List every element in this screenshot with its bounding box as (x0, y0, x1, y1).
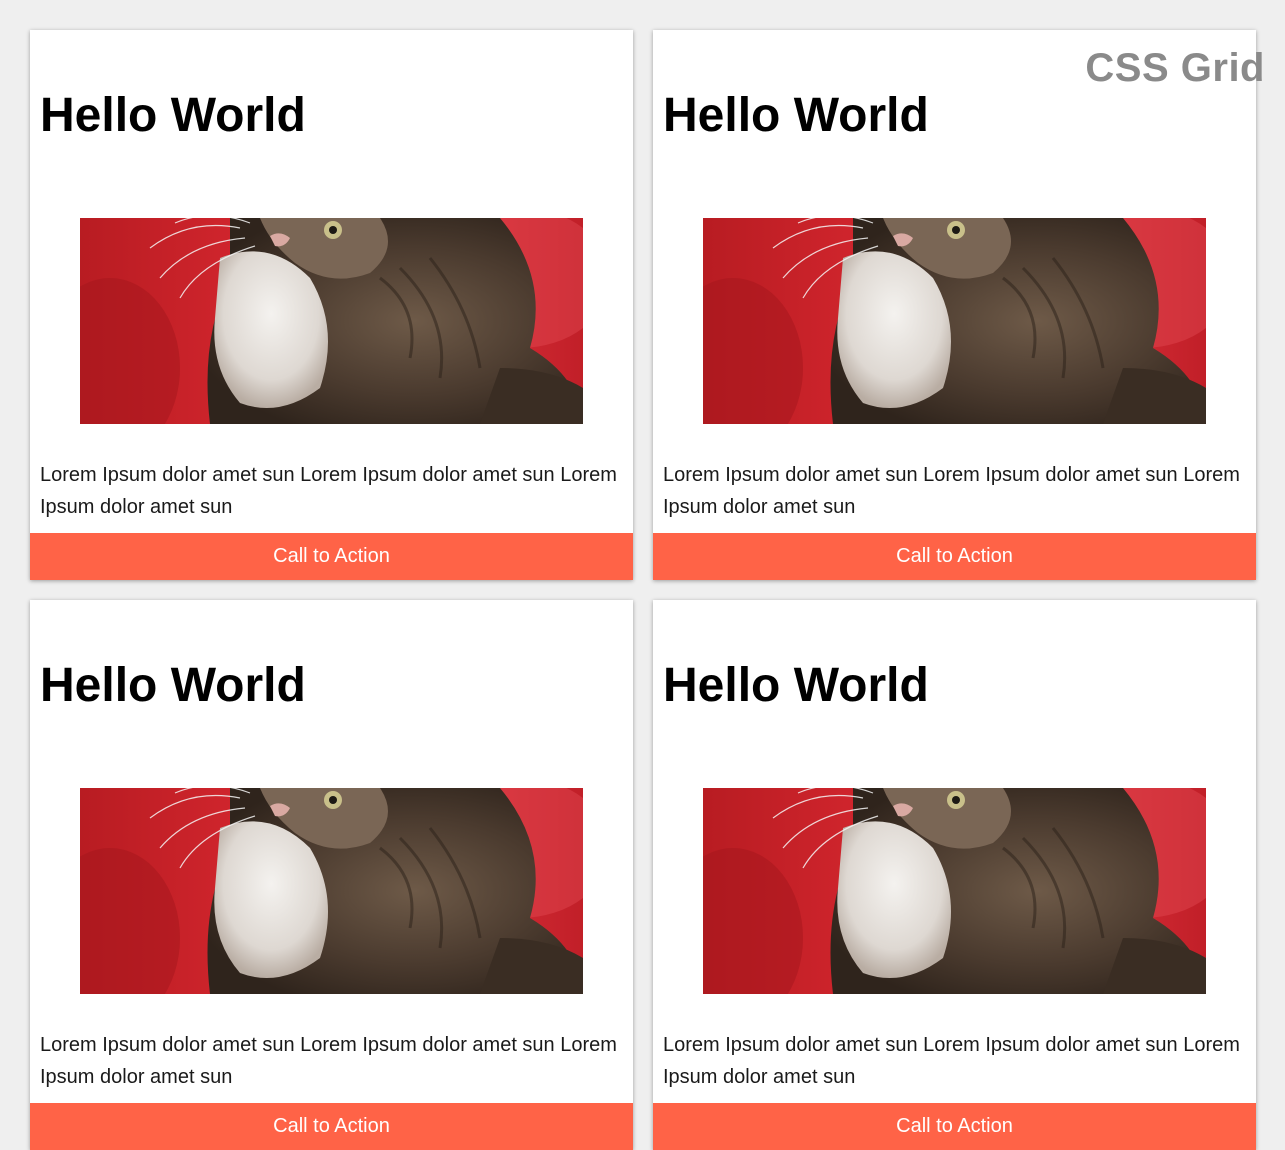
card: Hello World Lorem Ipsum dolor amet sun L… (30, 30, 633, 580)
call-to-action-button[interactable]: Call to Action (30, 533, 633, 580)
call-to-action-button[interactable]: Call to Action (653, 533, 1256, 580)
kitten-image (80, 788, 583, 994)
kitten-image (80, 218, 583, 424)
call-to-action-button[interactable]: Call to Action (653, 1103, 1256, 1150)
card-title: Hello World (40, 659, 306, 712)
card-title: Hello World (663, 89, 929, 142)
card-grid: Hello World Lorem Ipsum dolor amet sun L… (30, 30, 1256, 1150)
card-body-text: Lorem Ipsum dolor amet sun Lorem Ipsum d… (663, 1034, 1240, 1088)
card: Hello World Lorem Ipsum dolor amet sun L… (653, 30, 1256, 580)
card-body-text: Lorem Ipsum dolor amet sun Lorem Ipsum d… (663, 464, 1240, 518)
css-grid-watermark: CSS Grid (1085, 46, 1265, 90)
kitten-image (703, 788, 1206, 994)
kitten-image (703, 218, 1206, 424)
card-title: Hello World (40, 89, 306, 142)
call-to-action-button[interactable]: Call to Action (30, 1103, 633, 1150)
card-body-text: Lorem Ipsum dolor amet sun Lorem Ipsum d… (40, 464, 617, 518)
card-body-text: Lorem Ipsum dolor amet sun Lorem Ipsum d… (40, 1034, 617, 1088)
card: Hello World Lorem Ipsum dolor amet sun L… (653, 600, 1256, 1150)
card-title: Hello World (663, 659, 929, 712)
card: Hello World Lorem Ipsum dolor amet sun L… (30, 600, 633, 1150)
